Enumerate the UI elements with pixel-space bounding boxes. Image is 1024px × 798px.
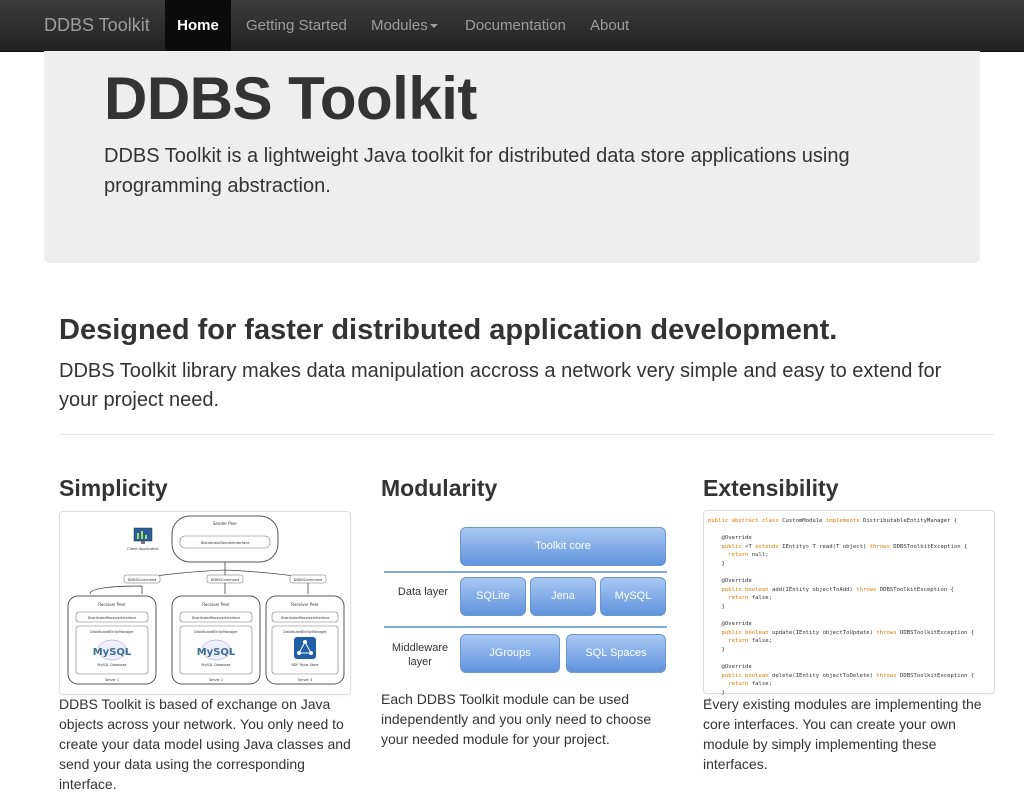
modularity-title: Modularity: [381, 475, 498, 501]
navbar: DDBS Toolkit Home Getting Started Module…: [0, 0, 1024, 52]
layer-divider-bottom: [384, 626, 667, 628]
code-sample: public abstract class CustomModule imple…: [708, 518, 975, 705]
db-label-1: MySQL Database: [98, 663, 127, 667]
module-sqlite: SQLite: [460, 577, 526, 616]
modularity-text: Each DDBS Toolkit module can be used ind…: [381, 691, 652, 747]
module-mysql: MySQL: [600, 577, 666, 616]
simplicity-diagram[interactable]: Sender Peer DistributedSenderInterface C…: [59, 511, 351, 695]
entity-manager-2: DistributedEntityManager: [194, 630, 238, 634]
layer-divider-top: [384, 571, 667, 573]
extensibility-title: Extensibility: [703, 475, 839, 501]
nav-home[interactable]: Home: [165, 0, 231, 51]
sender-label: Sender Peer: [213, 521, 238, 526]
command-label-1: DDBSCommand: [128, 578, 157, 582]
db-label-3: RDF Triple Store: [291, 663, 318, 667]
architecture-diagram: Sender Peer DistributedSenderInterface C…: [67, 515, 345, 685]
module-sql-spaces: SQL Spaces: [566, 634, 666, 673]
section-heading: Designed for faster distributed applicat…: [59, 314, 838, 346]
receiver-iface-3: DistributedReceiverInterface: [281, 616, 330, 620]
mysql-logo-1: MySQL: [93, 647, 132, 658]
command-label-3: DDBSCommand: [294, 578, 323, 582]
nav-about[interactable]: About: [590, 0, 629, 51]
module-jgroups: JGroups: [460, 634, 560, 673]
receiver-iface-1: DistributedReceiverInterface: [88, 616, 137, 620]
db-label-2: MySQL Database: [202, 663, 231, 667]
receiver-label-1: Receiver Peer: [98, 602, 126, 607]
rdf-icon: [294, 637, 316, 659]
entity-manager-3: DistributedEntityManager: [283, 630, 327, 634]
hero-title: DDBS Toolkit: [104, 65, 477, 132]
client-label: Client Application: [127, 547, 159, 551]
command-label-2: DDBSCommand: [211, 578, 240, 582]
divider: [59, 434, 994, 435]
module-toolkit-core: Toolkit core: [460, 527, 666, 566]
mysql-logo-2: MySQL: [197, 647, 236, 658]
nav-documentation[interactable]: Documentation: [465, 0, 566, 51]
nav-modules-dropdown[interactable]: Modules: [371, 0, 438, 51]
server-label-3: Server 3: [298, 678, 312, 682]
hero: DDBS Toolkit DDBS Toolkit is a lightweig…: [44, 51, 980, 263]
hero-text: DDBS Toolkit is a lightweight Java toolk…: [104, 145, 850, 197]
receiver-label-3: Receiver Peer: [291, 602, 319, 607]
nav-modules-label: Modules: [371, 17, 428, 34]
receiver-label-2: Receiver Peer: [202, 602, 230, 607]
data-layer-label: Data layer: [397, 586, 449, 598]
navbar-brand[interactable]: DDBS Toolkit: [44, 0, 150, 51]
nav-getting-started[interactable]: Getting Started: [246, 0, 347, 51]
receiver-iface-2: DistributedReceiverInterface: [192, 616, 241, 620]
simplicity-title: Simplicity: [59, 475, 168, 501]
section-lead: DDBS Toolkit library makes data manipula…: [59, 360, 942, 411]
server-label-2: Server 2: [209, 678, 223, 682]
extensibility-text: Every existing modules are implementing …: [703, 696, 982, 772]
entity-manager-1: DistributedEntityManager: [90, 630, 134, 634]
simplicity-text: DDBS Toolkit is based of exchange on Jav…: [59, 696, 351, 792]
module-jena: Jena: [530, 577, 596, 616]
sender-iface-label: DistributedSenderInterface: [201, 541, 251, 545]
caret-down-icon: [429, 24, 438, 29]
server-label-1: Server 1: [105, 678, 119, 682]
middleware-layer-label: Middleware layer: [391, 642, 449, 668]
